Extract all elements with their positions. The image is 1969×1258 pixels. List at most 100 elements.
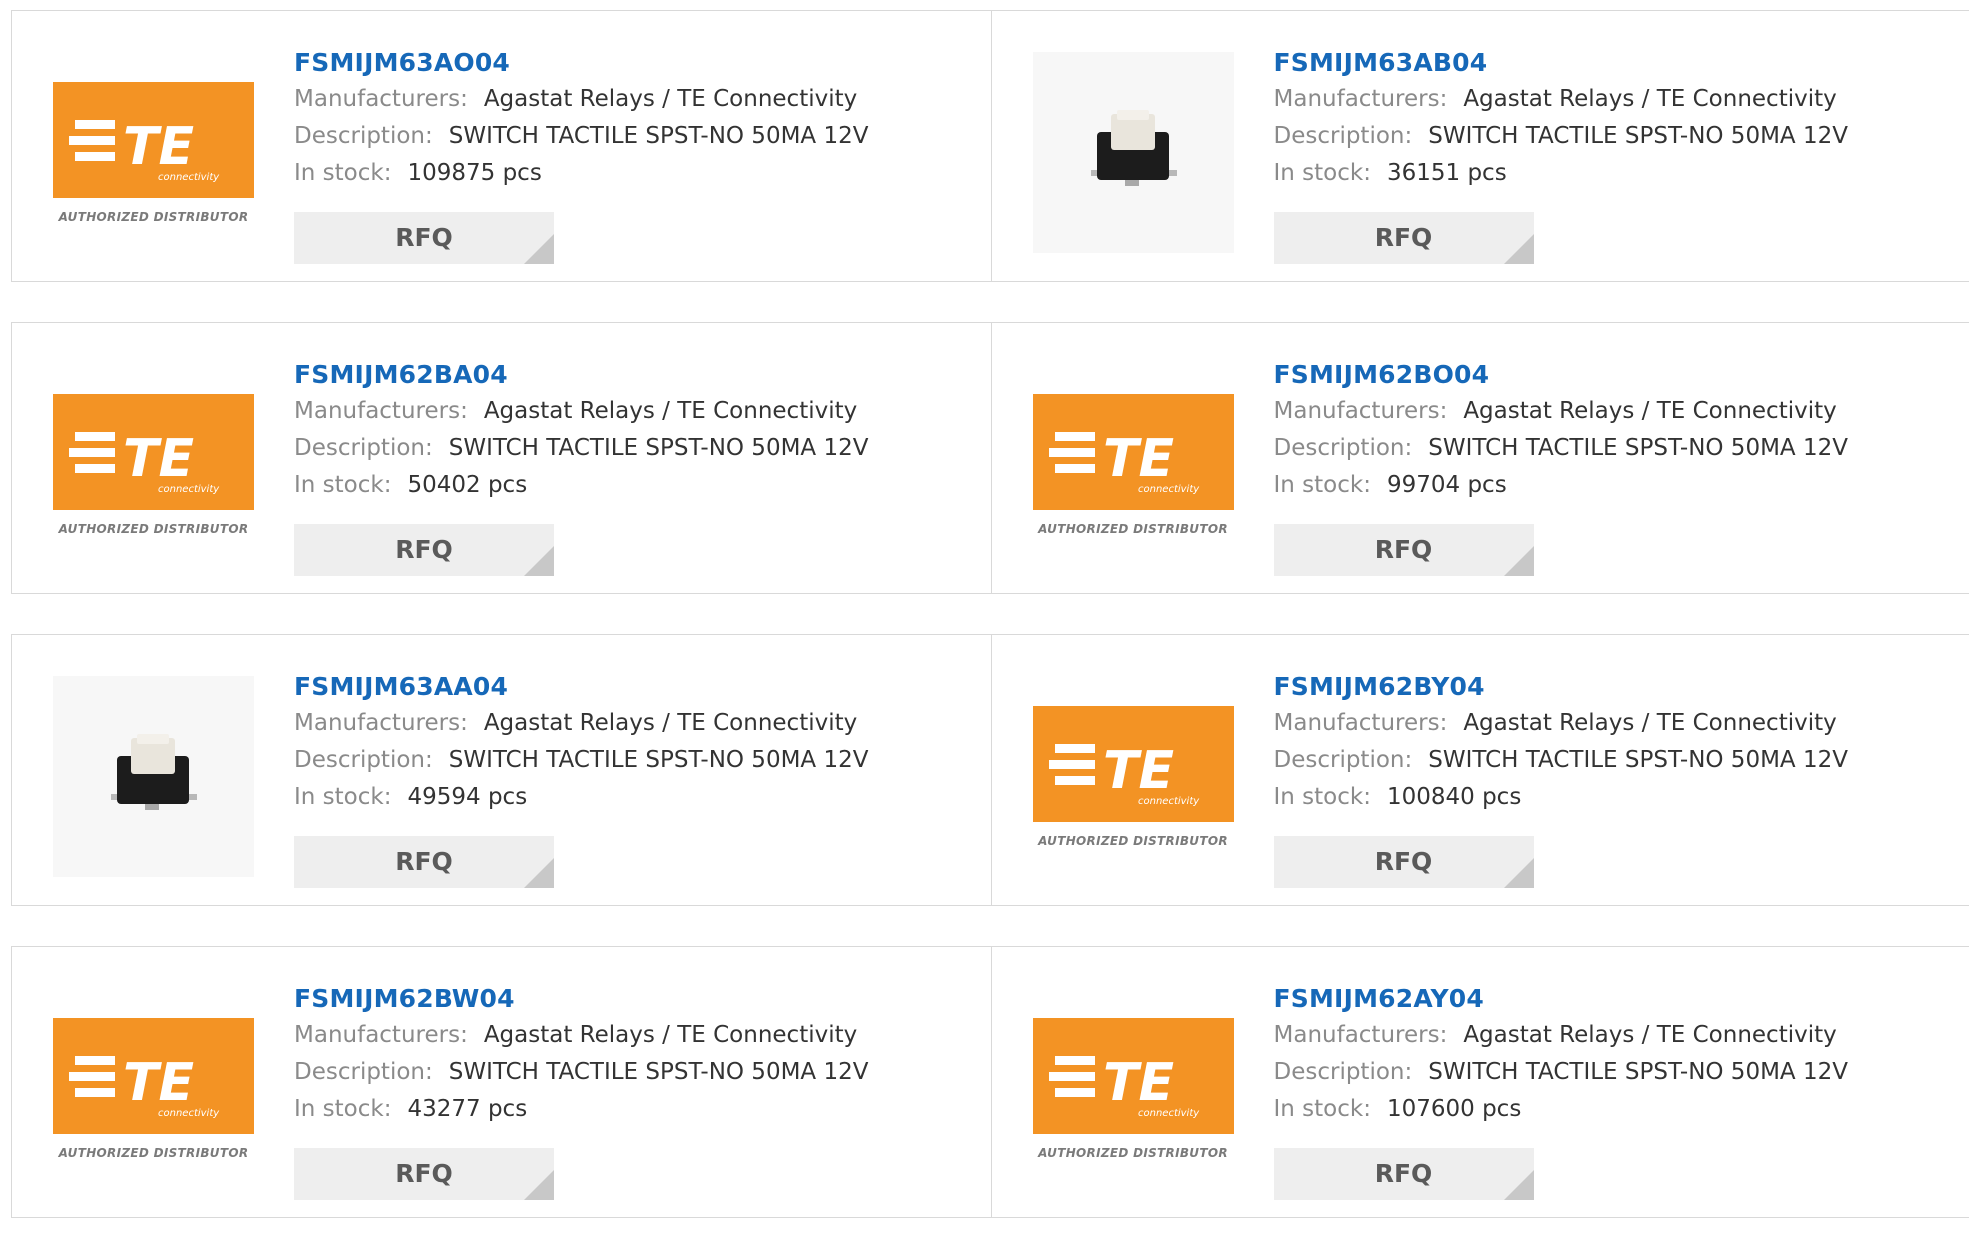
stock-label: In stock:: [294, 784, 391, 810]
stock-label: In stock:: [1274, 472, 1371, 498]
product-card: TE connectivity AUTHORIZED DISTRIBUTOR F…: [991, 947, 1969, 1217]
te-logo-image: TE connectivity AUTHORIZED DISTRIBUTOR: [53, 988, 254, 1189]
rfq-button[interactable]: RFQ: [1274, 524, 1534, 576]
manufacturer-label: Manufacturers:: [1274, 710, 1448, 736]
rfq-label: RFQ: [395, 847, 453, 876]
stock-label: In stock:: [294, 1096, 391, 1122]
description-line: Description:SWITCH TACTILE SPST-NO 50MA …: [294, 118, 868, 155]
te-logo-image: TE connectivity AUTHORIZED DISTRIBUTOR: [1033, 364, 1234, 565]
part-number-link[interactable]: FSMIJM62AY04: [1274, 981, 1848, 1017]
description-value: SWITCH TACTILE SPST-NO 50MA 12V: [1428, 435, 1848, 461]
rfq-button[interactable]: RFQ: [294, 836, 554, 888]
part-number-link[interactable]: FSMIJM63AA04: [294, 669, 868, 705]
rfq-label: RFQ: [395, 535, 453, 564]
part-number-link[interactable]: FSMIJM62BW04: [294, 981, 868, 1017]
product-image-link[interactable]: TE connectivity AUTHORIZED DISTRIBUTOR: [53, 52, 254, 253]
description-line: Description:SWITCH TACTILE SPST-NO 50MA …: [1274, 742, 1848, 779]
product-image-link[interactable]: TE connectivity AUTHORIZED DISTRIBUTOR: [53, 988, 254, 1189]
te-logo-image: TE connectivity AUTHORIZED DISTRIBUTOR: [1033, 988, 1234, 1189]
manufacturer-label: Manufacturers:: [1274, 398, 1448, 424]
stock-line: In stock: 49594 pcs: [294, 779, 868, 816]
stock-label: In stock:: [1274, 784, 1371, 810]
part-number-link[interactable]: FSMIJM62BO04: [1274, 357, 1848, 393]
authorized-distributor-text: AUTHORIZED DISTRIBUTOR: [1033, 1146, 1234, 1160]
stock-label: In stock:: [294, 160, 391, 186]
manufacturer-line: Manufacturers:Agastat Relays / TE Connec…: [294, 393, 868, 430]
product-card: TE connectivity AUTHORIZED DISTRIBUTOR F…: [991, 323, 1969, 593]
rfq-button[interactable]: RFQ: [1274, 1148, 1534, 1200]
description-value: SWITCH TACTILE SPST-NO 50MA 12V: [1428, 1059, 1848, 1085]
te-logo-image: TE connectivity AUTHORIZED DISTRIBUTOR: [1033, 676, 1234, 877]
corner-triangle-icon: [1504, 1170, 1534, 1200]
te-logo-text: TE: [1103, 741, 1174, 801]
description-label: Description:: [294, 1059, 433, 1085]
te-logo-badge: TE connectivity: [53, 394, 254, 510]
rfq-button[interactable]: RFQ: [1274, 836, 1534, 888]
product-image-link[interactable]: TE connectivity AUTHORIZED DISTRIBUTOR: [1033, 364, 1234, 565]
rfq-button[interactable]: RFQ: [294, 1148, 554, 1200]
manufacturer-label: Manufacturers:: [294, 1022, 468, 1048]
authorized-distributor-text: AUTHORIZED DISTRIBUTOR: [1033, 522, 1234, 536]
description-label: Description:: [294, 123, 433, 149]
authorized-distributor-text: AUTHORIZED DISTRIBUTOR: [53, 210, 254, 224]
manufacturer-line: Manufacturers:Agastat Relays / TE Connec…: [1274, 1017, 1848, 1054]
part-number-link[interactable]: FSMIJM62BA04: [294, 357, 868, 393]
te-logo-subtext: connectivity: [158, 172, 220, 183]
description-label: Description:: [1274, 123, 1413, 149]
product-image-link[interactable]: [53, 676, 254, 877]
rfq-label: RFQ: [395, 223, 453, 252]
corner-triangle-icon: [524, 858, 554, 888]
rfq-label: RFQ: [1375, 535, 1433, 564]
corner-triangle-icon: [524, 1170, 554, 1200]
description-label: Description:: [1274, 1059, 1413, 1085]
description-line: Description: SWITCH TACTILE SPST-NO 50MA …: [1274, 1054, 1848, 1091]
manufacturer-line: Manufacturers:Agastat Relays / TE Connec…: [294, 705, 868, 742]
te-logo-badge: TE connectivity: [53, 1018, 254, 1134]
manufacturer-value: Agastat Relays / TE Connectivity: [484, 710, 857, 736]
manufacturer-label: Manufacturers:: [1274, 86, 1448, 112]
tactile-switch-image: [1033, 52, 1234, 253]
product-card: FSMIJM63AA04 Manufacturers:Agastat Relay…: [12, 635, 991, 905]
stock-line: In stock:50402 pcs: [294, 467, 868, 504]
product-row: FSMIJM63AA04 Manufacturers:Agastat Relay…: [11, 634, 1969, 906]
product-row: TE connectivity AUTHORIZED DISTRIBUTOR F…: [11, 10, 1969, 282]
rfq-label: RFQ: [1375, 223, 1433, 252]
stock-line: In stock:109875 pcs: [294, 155, 868, 192]
stock-line: In stock:100840 pcs: [1274, 779, 1848, 816]
product-grid: TE connectivity AUTHORIZED DISTRIBUTOR F…: [11, 10, 1969, 1258]
te-logo-image: TE connectivity AUTHORIZED DISTRIBUTOR: [53, 364, 254, 565]
product-image-link[interactable]: TE connectivity AUTHORIZED DISTRIBUTOR: [1033, 676, 1234, 877]
product-image-link[interactable]: TE connectivity AUTHORIZED DISTRIBUTOR: [1033, 988, 1234, 1189]
stock-value: 43277 pcs: [407, 1096, 527, 1122]
part-number-link[interactable]: FSMIJM63AO04: [294, 45, 868, 81]
stock-value: 49594 pcs: [407, 784, 527, 810]
product-card: FSMIJM63AB04 Manufacturers:Agastat Relay…: [991, 11, 1969, 281]
description-line: Description:SWITCH TACTILE SPST-NO 50MA …: [294, 742, 868, 779]
product-info: FSMIJM62AY04 Manufacturers:Agastat Relay…: [1274, 981, 1848, 1128]
te-logo-text: TE: [1103, 1053, 1174, 1113]
description-label: Description:: [1274, 747, 1413, 773]
te-logo-badge: TE connectivity: [53, 82, 254, 198]
manufacturer-value: Agastat Relays / TE Connectivity: [1463, 710, 1836, 736]
product-image-link[interactable]: [1033, 52, 1234, 253]
manufacturer-value: Agastat Relays / TE Connectivity: [1463, 398, 1836, 424]
part-number-link[interactable]: FSMIJM62BY04: [1274, 669, 1848, 705]
manufacturer-line: Manufacturers:Agastat Relays / TE Connec…: [1274, 81, 1848, 118]
te-logo-text: TE: [1103, 429, 1174, 489]
te-logo-subtext: connectivity: [1138, 796, 1200, 807]
product-info: FSMIJM63AB04 Manufacturers:Agastat Relay…: [1274, 45, 1848, 192]
te-logo-image: TE connectivity AUTHORIZED DISTRIBUTOR: [53, 52, 254, 253]
te-logo-badge: TE connectivity: [1033, 1018, 1234, 1134]
manufacturer-label: Manufacturers:: [294, 398, 468, 424]
stock-label: In stock:: [1274, 160, 1371, 186]
authorized-distributor-text: AUTHORIZED DISTRIBUTOR: [53, 1146, 254, 1160]
stock-line: In stock:99704 pcs: [1274, 467, 1848, 504]
product-image-link[interactable]: TE connectivity AUTHORIZED DISTRIBUTOR: [53, 364, 254, 565]
part-number-link[interactable]: FSMIJM63AB04: [1274, 45, 1848, 81]
rfq-button[interactable]: RFQ: [294, 524, 554, 576]
rfq-button[interactable]: RFQ: [1274, 212, 1534, 264]
manufacturer-value: Agastat Relays / TE Connectivity: [484, 1022, 857, 1048]
rfq-button[interactable]: RFQ: [294, 212, 554, 264]
te-logo-subtext: connectivity: [1138, 1108, 1200, 1119]
manufacturer-line: Manufacturers: Agastat Relays / TE Connec…: [294, 1017, 868, 1054]
